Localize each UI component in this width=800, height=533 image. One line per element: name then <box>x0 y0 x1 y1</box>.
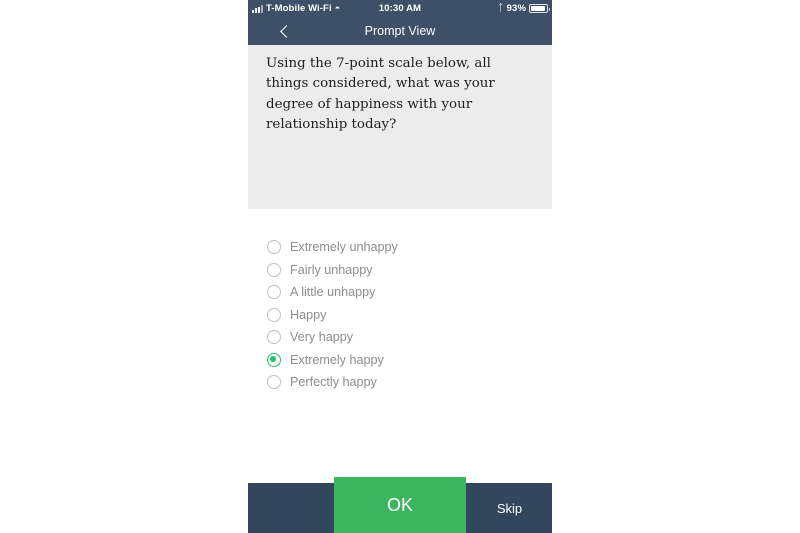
option-label: Extremely unhappy <box>290 240 398 255</box>
option-label: Fairly unhappy <box>290 262 373 277</box>
prompt-card: Using the 7-point scale below, all thing… <box>248 45 552 209</box>
radio-icon[interactable] <box>267 262 281 277</box>
radio-icon[interactable] <box>267 352 281 367</box>
option-row[interactable]: Happy <box>248 304 552 327</box>
clock-label: 10:30 AM <box>378 3 422 14</box>
nav-bar: Prompt View <box>248 17 552 45</box>
options-list: Extremely unhappy Fairly unhappy A littl… <box>248 236 552 394</box>
option-row[interactable]: Perfectly happy <box>248 371 552 394</box>
option-label: A little unhappy <box>290 285 376 300</box>
page-title: Prompt View <box>248 17 552 45</box>
option-label: Perfectly happy <box>290 375 377 390</box>
radio-icon[interactable] <box>267 240 281 255</box>
battery-icon <box>529 4 550 13</box>
ok-button-label: OK <box>386 494 413 515</box>
option-row[interactable]: Extremely unhappy <box>248 236 552 259</box>
option-row[interactable]: Extremely happy <box>248 349 552 372</box>
screenshot-canvas: T-Mobile Wi-Fi ◓ 10:30 AM ᛏ 93% Prompt V… <box>0 0 800 533</box>
bluetooth-icon: ᛏ <box>497 2 504 14</box>
status-bar-right: ᛏ 93% <box>497 0 550 17</box>
nav-title-label: Prompt View <box>364 24 436 38</box>
option-row[interactable]: A little unhappy <box>248 281 552 304</box>
radio-icon[interactable] <box>267 330 281 345</box>
option-label: Very happy <box>290 330 354 345</box>
radio-icon[interactable] <box>267 307 281 322</box>
battery-percent-label: 93% <box>506 3 526 14</box>
radio-icon[interactable] <box>267 375 281 390</box>
phone-screen: T-Mobile Wi-Fi ◓ 10:30 AM ᛏ 93% Prompt V… <box>248 0 552 533</box>
option-label: Happy <box>290 307 327 322</box>
skip-button[interactable]: Skip <box>467 483 552 533</box>
option-label: Extremely happy <box>290 352 384 367</box>
radio-icon[interactable] <box>267 285 281 300</box>
option-row[interactable]: Very happy <box>248 326 552 349</box>
skip-button-label: Skip <box>496 500 523 516</box>
status-bar: T-Mobile Wi-Fi ◓ 10:30 AM ᛏ 93% <box>248 0 552 17</box>
option-row[interactable]: Fairly unhappy <box>248 259 552 282</box>
prompt-question-text: Using the 7-point scale below, all thing… <box>266 56 495 132</box>
ok-button[interactable]: OK <box>334 477 466 533</box>
